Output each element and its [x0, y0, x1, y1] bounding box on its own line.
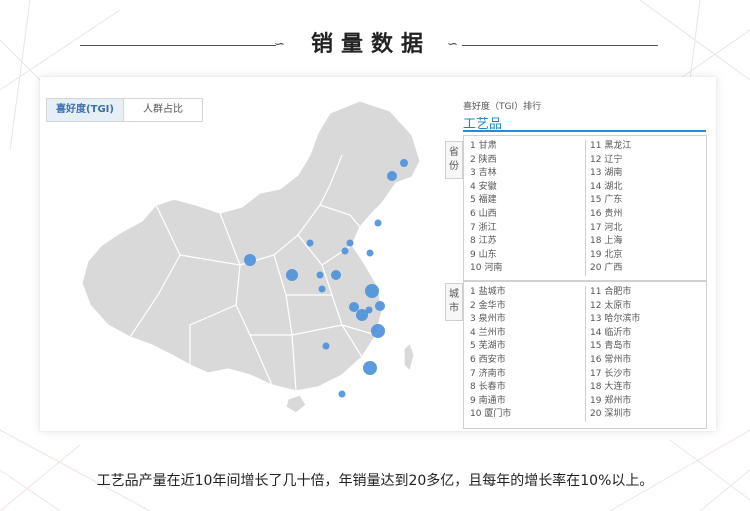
- city-ranking-item: 19 郑州市: [590, 395, 632, 406]
- city-ranking-item: 14 临沂市: [590, 327, 632, 338]
- marker-heilongjiang: [400, 159, 408, 167]
- city-ranking-item: 4 兰州市: [470, 327, 506, 338]
- map-hainan-island: [285, 394, 307, 414]
- marker-hunan: [322, 342, 330, 350]
- metric-tabs: 喜好度(TGI) 人群占比: [46, 98, 203, 122]
- province-ranking-item: 18 上海: [590, 236, 623, 247]
- province-ranking-item: 1 甘肃: [470, 141, 497, 151]
- city-ranking-item: 1 盐城市: [470, 287, 506, 297]
- marker-guangdong: [338, 390, 346, 398]
- ranking-title: 喜好度（TGI）排行: [463, 102, 542, 112]
- marker-jiangsu: [365, 284, 379, 298]
- china-map: [81, 100, 421, 414]
- city-ranking-item: 15 青岛市: [590, 341, 632, 352]
- map-main-territory: [81, 100, 421, 392]
- title-divider-right: [462, 45, 658, 46]
- city-ranking-item: 11 合肥市: [590, 287, 632, 297]
- province-ranking-item: 8 江苏: [470, 236, 497, 247]
- city-ranking-item: 13 哈尔滨市: [590, 314, 641, 325]
- city-ranking-item: 2 金华市: [470, 300, 506, 311]
- marker-shaanxi: [286, 269, 298, 281]
- marker-xian: [331, 270, 341, 280]
- province-ranking-item: 9 山东: [470, 249, 497, 260]
- province-ranking-item: 7 浙江: [470, 222, 497, 233]
- city-ranking-item: 20 深圳市: [590, 409, 632, 420]
- marker-liaoning: [374, 219, 382, 227]
- sales-data-card: 喜好度(TGI) 人群占比 喜好度（TGI）排行 工艺品 省份 1 甘肃 2 陕西…: [40, 77, 716, 431]
- city-ranking-item: 8 长春市: [470, 382, 506, 393]
- marker-yancheng: [375, 301, 385, 311]
- city-ranking-item: 9 南通市: [470, 395, 506, 406]
- province-ranking-item: 19 北京: [590, 249, 623, 260]
- province-ranking-table: 1 甘肃 2 陕西 3 吉林 4 安徽 5 福建 6 山西 7 浙江 8 江苏 9 山东 10 河…: [463, 135, 707, 281]
- title-divider-left: [80, 45, 276, 46]
- city-ranking-item: 18 大连市: [590, 382, 632, 393]
- province-ranking-item: 11 黑龙江: [590, 141, 632, 151]
- category-underline: [463, 130, 706, 132]
- marker-shanxi: [306, 239, 314, 247]
- province-ranking-item: 12 辽宁: [590, 154, 623, 165]
- map-taiwan-island: [403, 341, 415, 373]
- marker-fujian: [363, 361, 377, 375]
- city-ranking-item: 6 西安市: [470, 354, 506, 365]
- province-ranking-item: 4 安徽: [470, 181, 497, 192]
- province-ranking-item: 10 河南: [470, 263, 503, 274]
- marker-jilin: [387, 171, 397, 181]
- city-ranking-item: 5 芜湖市: [470, 341, 506, 352]
- marker-shandong: [366, 249, 374, 257]
- city-ranking-item: 10 厦门市: [470, 409, 512, 420]
- city-ranking-item: 7 济南市: [470, 368, 506, 379]
- marker-zhejiang: [371, 324, 385, 338]
- section-title: 销量数据: [310, 31, 431, 57]
- marker-hebei: [341, 247, 349, 255]
- sales-caption: 工艺品产量在近10年间增长了几十倍，年销量达到20多亿，且每年的增长率在10%以…: [96, 473, 654, 489]
- knot-ornament-left: ∽: [274, 37, 285, 52]
- knot-ornament-right: ∽: [447, 37, 458, 52]
- province-ranking-item: 5 福建: [470, 195, 497, 206]
- province-column-1: 1 甘肃 2 陕西 3 吉林 4 安徽 5 福建 6 山西 7 浙江 8 江苏 9 山东 10 河…: [464, 140, 585, 276]
- province-ranking-item: 3 吉林: [470, 168, 497, 179]
- city-column-1: 1 盐城市 2 金华市 3 泉州市 4 兰州市 5 芜湖市 6 西安市 7 济南市 8 长春市…: [464, 286, 585, 422]
- city-ranking-item: 17 长沙市: [590, 368, 632, 379]
- province-ranking-item: 14 湖北: [590, 181, 623, 192]
- city-ranking-item: 16 常州市: [590, 354, 632, 365]
- province-ranking-item: 13 湖南: [590, 168, 623, 179]
- tab-population-share[interactable]: 人群占比: [124, 99, 202, 121]
- marker-lanzhou: [318, 285, 326, 293]
- marker-beijing-hebei: [346, 239, 354, 247]
- section-header: ∽ 销量数据 ∽: [0, 22, 750, 68]
- city-column-2: 11 合肥市 12 太原市 13 哈尔滨市 14 临沂市 15 青岛市 16 常州市 17 …: [585, 286, 707, 422]
- province-ranking-item: 2 陕西: [470, 154, 497, 165]
- tab-tgi[interactable]: 喜好度(TGI): [47, 99, 124, 121]
- province-ranking-item: 17 河北: [590, 222, 623, 233]
- marker-anhui: [349, 302, 359, 312]
- province-ranking-item: 16 贵州: [590, 208, 623, 219]
- province-column-2: 11 黑龙江 12 辽宁 13 湖南 14 湖北 15 广东 16 贵州 17 河北 18 上…: [585, 140, 707, 276]
- city-ranking-item: 3 泉州市: [470, 314, 506, 325]
- city-ranking-item: 12 太原市: [590, 300, 632, 311]
- city-section-label: 城市: [445, 283, 463, 321]
- city-ranking-table: 1 盐城市 2 金华市 3 泉州市 4 兰州市 5 芜湖市 6 西安市 7 济南市 8 长春市…: [463, 281, 707, 429]
- province-section-label: 省份: [445, 141, 463, 179]
- marker-gansu: [244, 254, 256, 266]
- marker-wuhu: [365, 306, 373, 314]
- province-ranking-item: 15 广东: [590, 195, 623, 206]
- marker-henan: [316, 271, 324, 279]
- province-ranking-item: 20 广西: [590, 263, 623, 274]
- province-ranking-item: 6 山西: [470, 208, 497, 219]
